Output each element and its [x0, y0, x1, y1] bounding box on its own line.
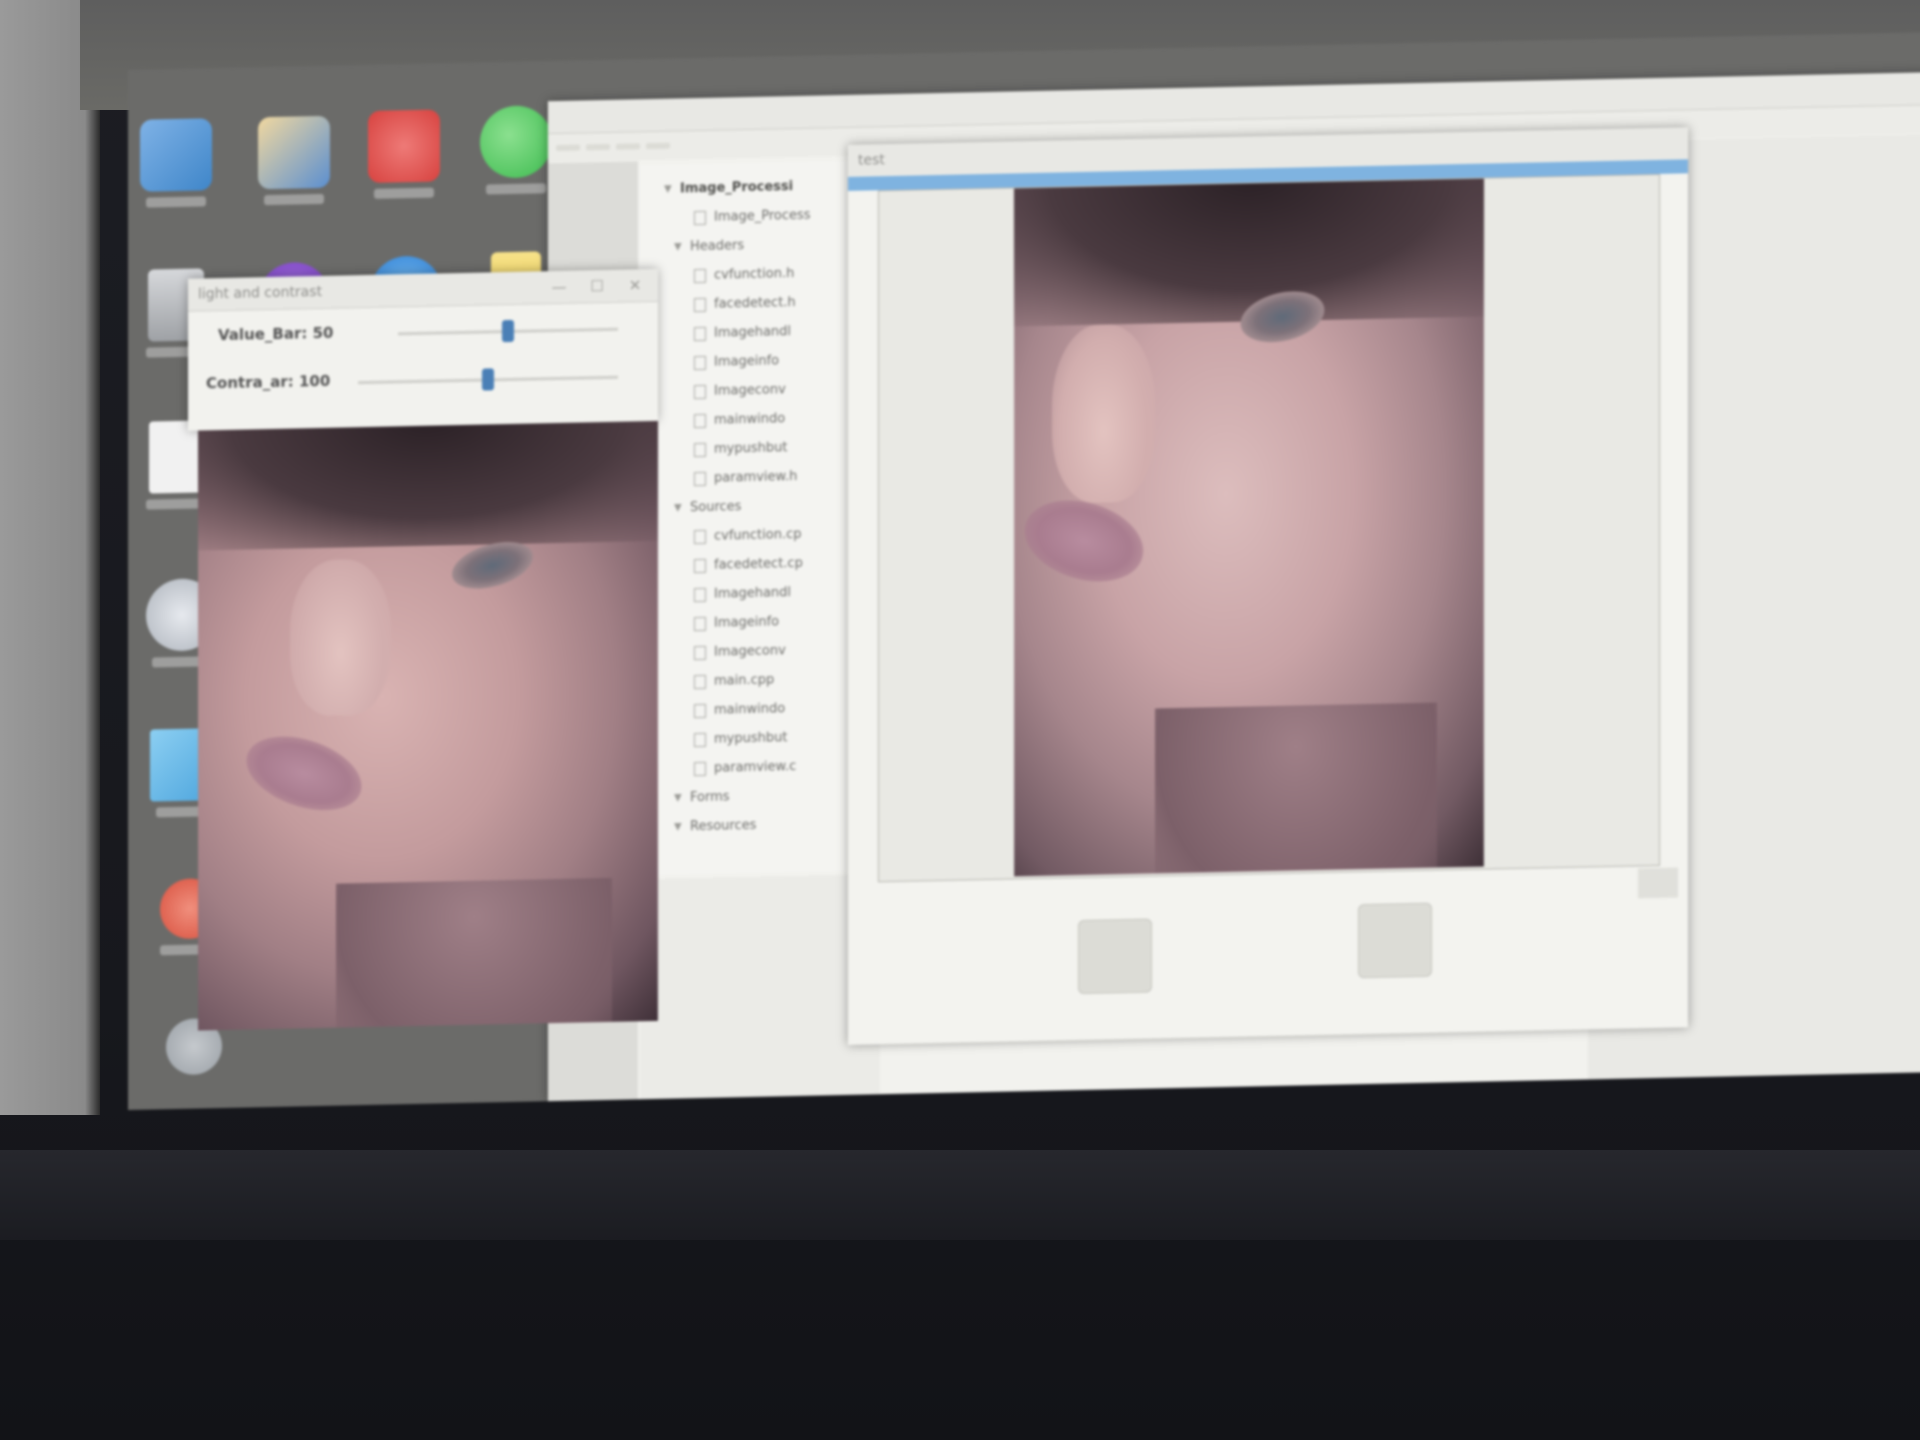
file-icon	[694, 210, 706, 225]
tree-item-label: Image_Process	[714, 207, 811, 225]
tree-item-label: Imageconv	[714, 643, 786, 660]
expand-arrow-icon: ▼	[674, 792, 682, 804]
tree-item-label: facedetect.h	[714, 295, 796, 312]
file-icon	[694, 703, 706, 718]
desktop-icon-label	[264, 193, 324, 206]
music-icon	[368, 109, 440, 183]
file-icon	[694, 645, 706, 660]
tree-item-label: Imageconv	[714, 382, 786, 399]
hair-region	[1014, 178, 1484, 327]
file-icon	[694, 355, 706, 370]
ide-menu-item[interactable]	[616, 143, 640, 150]
tree-item-label: main.cpp	[714, 672, 775, 689]
value-bar-label: Value_Bar: 50	[218, 323, 334, 345]
tree-item-label: cvfunction.cp	[714, 526, 802, 544]
file-icon	[694, 616, 706, 631]
app-folder-icon	[258, 115, 330, 190]
file-icon	[694, 587, 706, 602]
light-contrast-dialog: light and contrast — ☐ ✕ Value_Bar: 50 C…	[188, 268, 658, 431]
expand-arrow-icon: ▼	[674, 821, 682, 833]
file-icon	[694, 326, 706, 341]
file-icon	[694, 732, 706, 747]
expand-arrow-icon: ▼	[674, 502, 682, 514]
file-icon	[694, 413, 706, 428]
light-contrast-title: light and contrast	[198, 283, 323, 303]
file-icon	[694, 761, 706, 776]
ide-menu-item[interactable]	[646, 142, 670, 150]
expand-arrow-icon: ▼	[664, 183, 672, 195]
tree-item-label: cvfunction.h	[714, 266, 795, 283]
expand-arrow-icon: ▼	[674, 241, 682, 253]
ide-menu-item[interactable]	[586, 143, 610, 151]
file-icon	[694, 674, 706, 689]
tree-item-label: Imagehandl	[714, 324, 792, 341]
preview-window: test	[848, 127, 1688, 1045]
file-icon	[694, 268, 706, 283]
tree-item-label: mainwindo	[714, 701, 786, 718]
preview-image	[1014, 178, 1484, 877]
tree-item-label: Resources	[690, 817, 757, 835]
tree-item-label: facedetect.cp	[714, 555, 803, 573]
nose-region	[290, 558, 392, 717]
desktop-icon-label	[146, 498, 206, 510]
desktop-icon-computer[interactable]	[128, 118, 224, 208]
file-icon	[694, 442, 706, 457]
maximize-icon[interactable]: ☐	[584, 276, 610, 297]
tree-item-label: paramview.c	[714, 759, 797, 776]
tree-item-label: mypushbut	[714, 440, 788, 457]
desktop-icon-label	[374, 187, 434, 199]
zoom-in-button[interactable]	[1078, 918, 1152, 995]
ide-menu-item[interactable]	[556, 144, 580, 152]
tree-item-label: Imageinfo	[714, 614, 780, 631]
desk-surface	[0, 1150, 1920, 1240]
file-icon	[694, 384, 706, 399]
hair-region	[198, 420, 658, 552]
neck-region	[336, 877, 612, 1031]
desktop-icon-label	[146, 196, 206, 208]
file-icon	[694, 558, 706, 573]
tree-item-label: Sources	[690, 499, 742, 516]
value-bar-thumb[interactable]	[502, 319, 514, 343]
wechat-icon	[480, 105, 552, 179]
monitor-screen: ▼ Image_Processi Image_Process ▼ Headers cvf…	[128, 32, 1920, 1110]
ide-output-pane	[640, 874, 880, 1100]
close-icon[interactable]: ✕	[622, 275, 648, 296]
tree-item-label: Headers	[690, 238, 745, 255]
tree-item-label: mypushbut	[714, 730, 788, 747]
document-icon	[149, 420, 203, 494]
minimize-icon[interactable]: —	[546, 277, 572, 298]
zoom-out-button[interactable]	[1358, 902, 1432, 979]
file-icon	[694, 297, 706, 312]
tree-item-label: Imagehandl	[714, 585, 792, 602]
neck-region	[1155, 702, 1437, 877]
computer-icon	[140, 118, 212, 192]
contrast-bar-thumb[interactable]	[482, 368, 494, 391]
tree-item-label: paramview.h	[714, 468, 798, 486]
tree-item-label: Imageinfo	[714, 353, 780, 370]
file-icon	[694, 471, 706, 486]
processed-image-view	[198, 420, 658, 1031]
tree-item-label: Forms	[690, 789, 730, 806]
desktop-icon-music[interactable]	[356, 109, 452, 199]
preview-title: test	[858, 152, 885, 169]
file-icon	[694, 529, 706, 544]
photo-frame: ▼ Image_Processi Image_Process ▼ Headers cvf…	[0, 0, 1920, 1440]
preview-canvas	[878, 173, 1660, 883]
nose-region	[1051, 323, 1155, 505]
desktop-icon-app-folder[interactable]	[246, 115, 342, 206]
contrast-bar-label: Contra_ar: 100	[206, 371, 331, 393]
preview-side-label	[1638, 867, 1678, 899]
monitor-left-edge	[0, 0, 100, 1115]
desktop-icon-label	[486, 183, 546, 195]
tree-item-label: mainwindo	[714, 411, 786, 428]
